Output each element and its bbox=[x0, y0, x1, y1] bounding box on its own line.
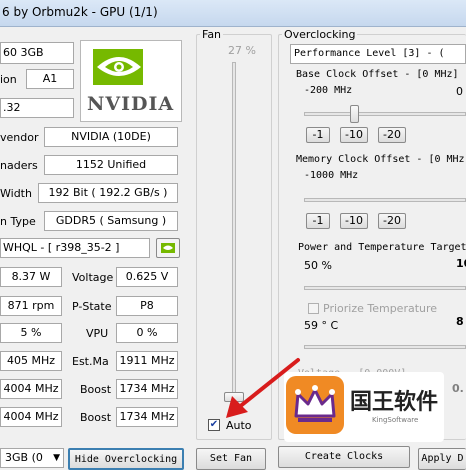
nvidia-driver-button[interactable] bbox=[156, 238, 180, 258]
memory-minus-20-button[interactable]: -20 bbox=[378, 213, 406, 229]
bus-width-label: Width bbox=[0, 187, 32, 200]
voltage-label: Voltage bbox=[72, 271, 114, 284]
fan-rpm-field: 871 rpm bbox=[0, 296, 62, 316]
nvidia-wordmark: NVIDIA bbox=[87, 93, 175, 115]
revision-label: ion bbox=[0, 73, 17, 86]
memory-type-field: GDDR5 ( Samsung ) bbox=[44, 211, 178, 231]
vendor-label: vendor bbox=[0, 131, 39, 144]
performance-level-value: Performance Level [3] - ( bbox=[294, 48, 445, 59]
nvidia-logo: NVIDIA bbox=[80, 40, 182, 122]
power-temp-title: Power and Temperature Target bbox=[298, 242, 466, 253]
device-field: .32 bbox=[0, 98, 74, 118]
prioritize-temp-checkbox[interactable] bbox=[308, 303, 319, 314]
title-bar: 6 by Orbmu2k - GPU (1/1) bbox=[0, 0, 466, 27]
base-minus-20-button[interactable]: -20 bbox=[378, 127, 406, 143]
memory-clock-title: Memory Clock Offset - [0 MHz] bbox=[296, 154, 466, 165]
performance-level-dropdown[interactable]: Performance Level [3] - ( bbox=[290, 44, 466, 64]
vpu-field: 0 % bbox=[116, 323, 178, 343]
vendor-field: NVIDIA (10DE) bbox=[44, 127, 178, 147]
pstate-label: P-State bbox=[72, 300, 112, 313]
set-fan-button[interactable]: Set Fan bbox=[196, 448, 266, 470]
temp-target-right-value: 8 bbox=[456, 315, 464, 328]
boost-default-field: 1734 MHz bbox=[116, 407, 178, 427]
boost-label: Boost bbox=[80, 383, 112, 396]
fan-group-title: Fan bbox=[200, 28, 224, 41]
bus-width-field: 192 Bit ( 192.2 GB/s ) bbox=[38, 183, 178, 203]
power-target-slider-track[interactable] bbox=[304, 286, 466, 290]
voltage-field: 0.625 V bbox=[116, 267, 178, 287]
create-clocks-button[interactable]: Create Clocks bbox=[278, 446, 410, 468]
fan-percent-display: 27 % bbox=[228, 44, 256, 57]
gpu-clock-field: 405 MHz bbox=[0, 351, 62, 371]
shaders-label: naders bbox=[0, 159, 38, 172]
nvidia-small-icon bbox=[161, 243, 175, 253]
watermark-overlay: 国王软件 KingSoftware bbox=[284, 372, 444, 442]
shaders-field: 1152 Unified bbox=[44, 155, 178, 175]
base-clock-value: -200 MHz bbox=[304, 85, 353, 96]
fan-auto-checkbox[interactable]: ✔ bbox=[208, 419, 220, 431]
gpu-select-dropdown[interactable]: 3GB (0 ▼ bbox=[0, 448, 64, 468]
base-minus-1-button[interactable]: -1 bbox=[306, 127, 330, 143]
vpu-label: VPU bbox=[86, 327, 109, 340]
boost-default-label: Boost bbox=[80, 411, 112, 424]
pstate-field: P8 bbox=[116, 296, 178, 316]
base-minus-10-button[interactable]: -10 bbox=[340, 127, 368, 143]
base-clock-slider-track[interactable] bbox=[304, 112, 466, 116]
red-arrow-annotation bbox=[226, 358, 300, 418]
boost-field: 1734 MHz bbox=[116, 379, 178, 399]
memory-clock-field: 4004 MHz bbox=[0, 379, 62, 399]
hide-overclocking-button[interactable]: Hide Overclocking bbox=[68, 448, 184, 470]
power-target-value: 50 % bbox=[304, 259, 332, 272]
base-clock-right-value: 0 bbox=[456, 85, 463, 98]
temp-target-slider-track[interactable] bbox=[304, 345, 466, 349]
memory-minus-1-button[interactable]: -1 bbox=[306, 213, 330, 229]
driver-field: WHQL - [ r398_35-2 ] bbox=[0, 238, 150, 258]
watermark-sub: KingSoftware bbox=[372, 416, 419, 424]
prioritize-temp-label: Priorize Temperature bbox=[323, 302, 438, 315]
gpu-name-field: 60 3GB bbox=[0, 42, 74, 64]
revision-field: A1 bbox=[26, 69, 74, 89]
memory-type-label: n Type bbox=[0, 215, 36, 228]
fan-percent-field: 5 % bbox=[0, 323, 62, 343]
fan-auto-label: Auto bbox=[226, 419, 252, 432]
overclocking-group-title: Overclocking bbox=[282, 28, 358, 41]
fan-slider-track[interactable] bbox=[232, 62, 236, 402]
base-clock-slider-thumb[interactable] bbox=[350, 105, 359, 123]
temp-target-value: 59 ° C bbox=[304, 319, 339, 332]
apply-defaults-button[interactable]: Apply D bbox=[418, 448, 466, 470]
power-target-right-value: 10 bbox=[456, 257, 466, 270]
voltage-offset-right-value: 0. bbox=[452, 382, 464, 395]
window-title: 6 by Orbmu2k - GPU (1/1) bbox=[2, 5, 158, 19]
est-max-field: 1911 MHz bbox=[116, 351, 178, 371]
chevron-down-icon: ▼ bbox=[53, 453, 60, 463]
base-clock-title: Base Clock Offset - [0 MHz] bbox=[296, 69, 459, 80]
gpu-select-value: 3GB (0 bbox=[5, 451, 43, 464]
est-max-label: Est.Ma bbox=[72, 355, 109, 368]
memory-clock-slider-track[interactable] bbox=[304, 198, 466, 202]
memory-clock-value: -1000 MHz bbox=[304, 170, 359, 181]
watermark-name: 国王软件 bbox=[350, 390, 439, 415]
power-field: 8.37 W bbox=[0, 267, 62, 287]
memory-clock-default-field: 4004 MHz bbox=[0, 407, 62, 427]
memory-minus-10-button[interactable]: -10 bbox=[340, 213, 368, 229]
